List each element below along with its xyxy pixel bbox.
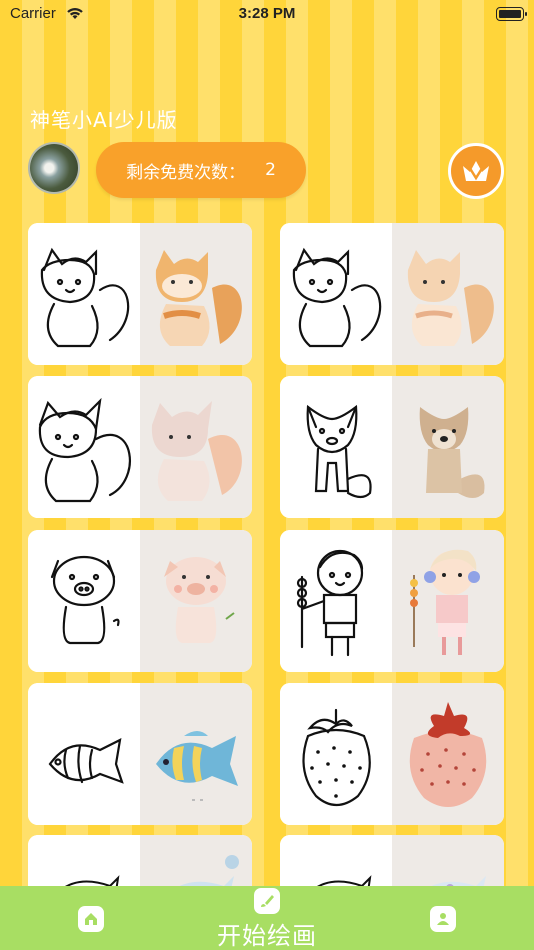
line-art-preview xyxy=(280,223,392,365)
battery-icon xyxy=(496,7,527,21)
line-art-preview xyxy=(28,530,140,672)
gallery-card-squirrel-orange[interactable] xyxy=(28,223,252,365)
line-art-preview xyxy=(28,376,140,518)
clock: 3:28 PM xyxy=(238,5,296,22)
avatar[interactable] xyxy=(28,142,80,194)
line-art-preview xyxy=(28,223,140,365)
gallery-card-dog[interactable] xyxy=(280,376,504,518)
colored-preview xyxy=(140,530,252,672)
profile-tab[interactable] xyxy=(430,906,456,932)
tab-bar: 开始绘画 xyxy=(0,886,534,950)
gallery-card-squirrel-pink[interactable] xyxy=(28,376,252,518)
brush-icon xyxy=(261,895,274,907)
gallery-card-fish[interactable] xyxy=(28,683,252,825)
free-credits-count: 2 xyxy=(265,160,276,180)
line-art-preview xyxy=(280,530,392,672)
colored-preview xyxy=(140,683,252,825)
vip-button[interactable] xyxy=(448,143,504,199)
colored-preview xyxy=(392,530,504,672)
crown-icon xyxy=(463,161,489,181)
line-art-preview xyxy=(28,683,140,825)
app-title: 神笔小AI少儿版 xyxy=(30,108,178,132)
status-bar: Carrier 3:28 PM xyxy=(0,0,534,30)
gallery-card-boy[interactable] xyxy=(280,530,504,672)
user-icon xyxy=(437,913,449,925)
colored-preview xyxy=(392,376,504,518)
gallery-card-strawberry[interactable] xyxy=(280,683,504,825)
free-credits-label: 剩余免费次数： xyxy=(126,162,246,183)
colored-preview xyxy=(392,683,504,825)
line-art-preview xyxy=(280,683,392,825)
colored-preview xyxy=(392,223,504,365)
free-credits-badge: 剩余免费次数： 2 xyxy=(96,142,306,198)
line-art-preview xyxy=(280,376,392,518)
colored-preview xyxy=(140,223,252,365)
gallery-card-squirrel-peach[interactable] xyxy=(280,223,504,365)
start-drawing-button[interactable] xyxy=(254,888,280,914)
colored-preview xyxy=(140,376,252,518)
gallery-card-pig[interactable] xyxy=(28,530,252,672)
